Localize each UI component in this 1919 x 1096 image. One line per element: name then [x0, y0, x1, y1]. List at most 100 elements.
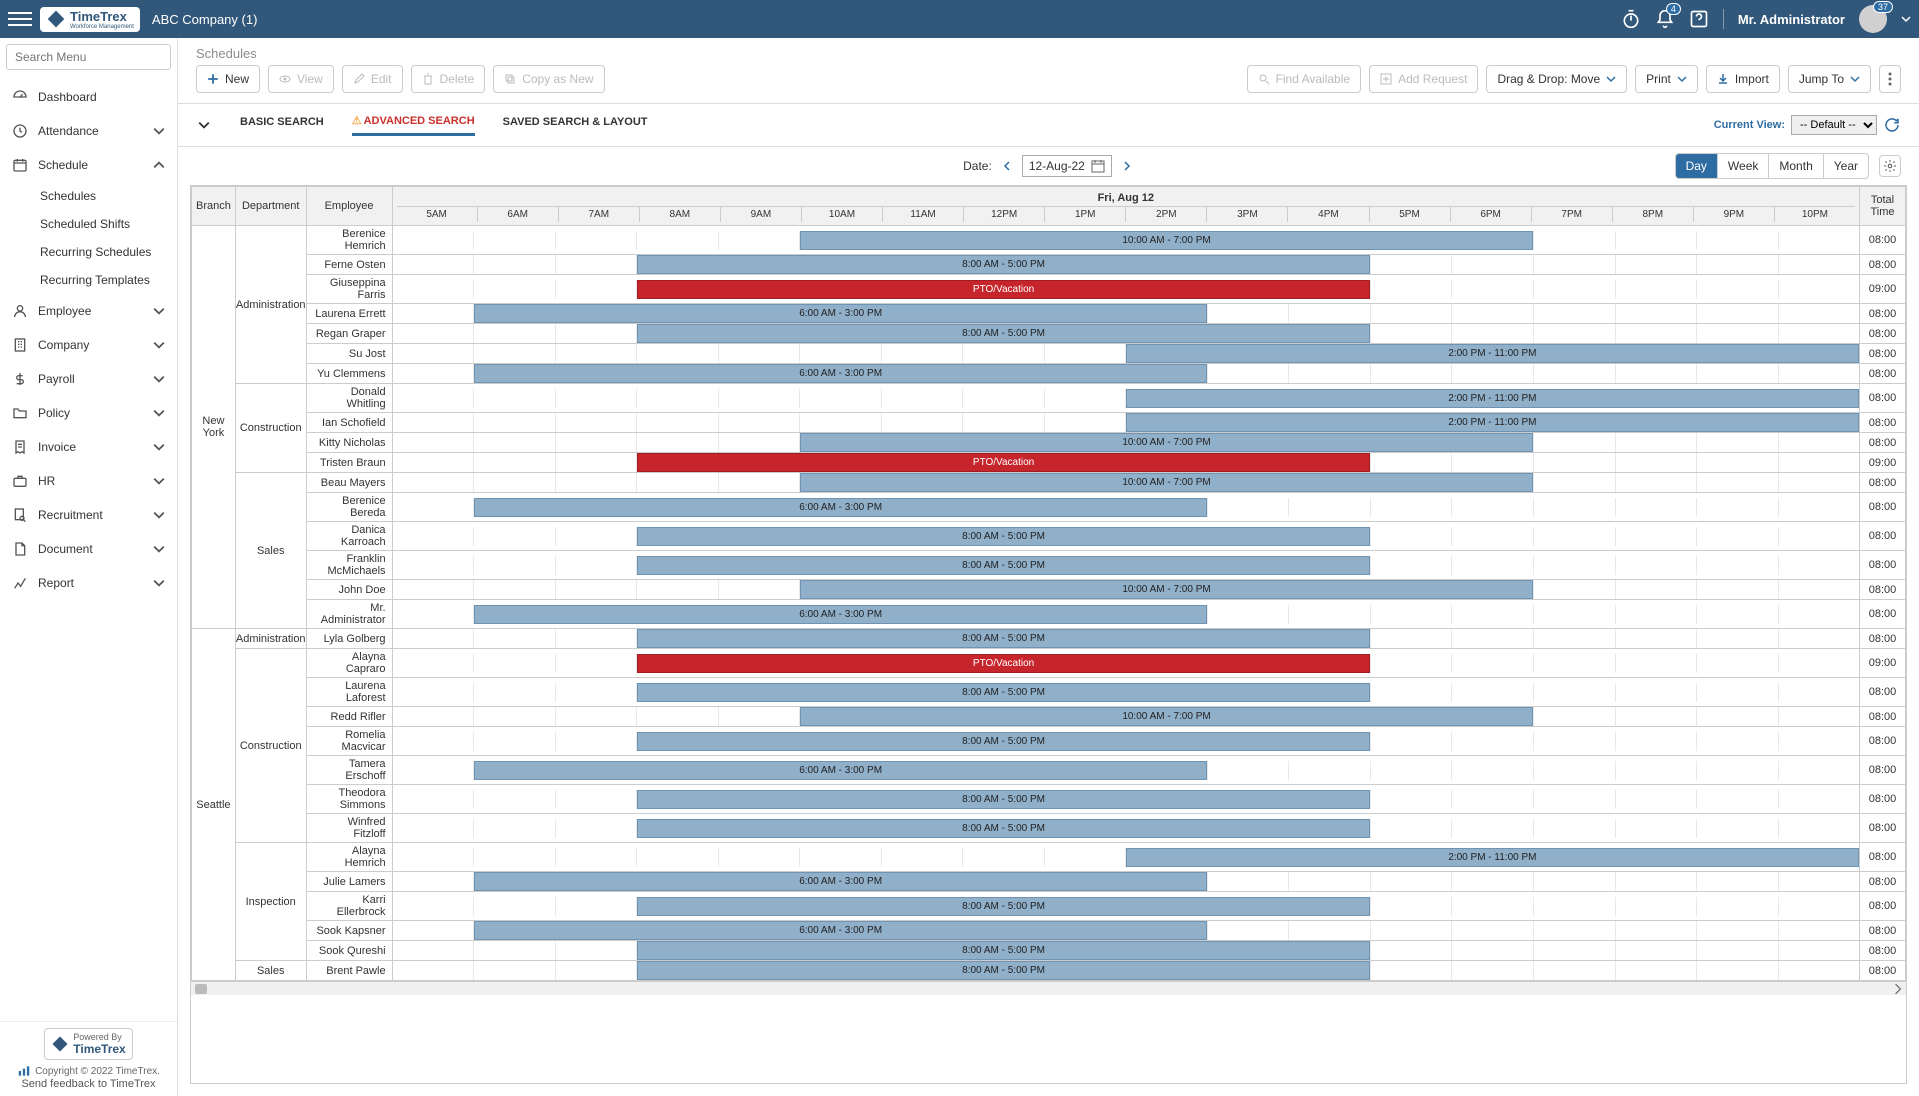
shift-bar[interactable]: 2:00 PM - 11:00 PM	[1126, 344, 1859, 363]
shift-bar[interactable]: 8:00 AM - 5:00 PM	[637, 527, 1370, 546]
shift-bar[interactable]: 6:00 AM - 3:00 PM	[474, 872, 1207, 891]
delete-button[interactable]: Delete	[411, 65, 486, 93]
shift-bar[interactable]: 6:00 AM - 3:00 PM	[474, 364, 1207, 383]
total-cell: 08:00	[1860, 324, 1906, 344]
shift-bar[interactable]: 8:00 AM - 5:00 PM	[637, 255, 1370, 274]
view-month[interactable]: Month	[1768, 154, 1822, 178]
shift-bar[interactable]: 6:00 AM - 3:00 PM	[474, 761, 1207, 780]
sidebar-item-hr[interactable]: HR	[0, 464, 177, 498]
chevron-down-icon[interactable]	[1901, 14, 1911, 24]
shift-bar[interactable]: 10:00 AM - 7:00 PM	[800, 473, 1533, 492]
tab-saved-search[interactable]: SAVED SEARCH & LAYOUT	[503, 116, 648, 134]
view-year[interactable]: Year	[1823, 154, 1868, 178]
employee-cell: Redd Rifler	[306, 707, 392, 727]
employee-cell: Donald Whitling	[306, 384, 392, 413]
top-bar: TimeTrexWorkforce Management ABC Company…	[0, 0, 1919, 38]
horizontal-scrollbar[interactable]	[191, 981, 1906, 995]
tab-advanced-search[interactable]: ⚠ADVANCED SEARCH	[352, 114, 475, 136]
collapse-toggle[interactable]	[196, 117, 212, 133]
shift-bar[interactable]: 8:00 AM - 5:00 PM	[637, 819, 1370, 838]
shift-bar[interactable]: PTO/Vacation	[637, 280, 1370, 299]
chevron-down-icon	[1677, 74, 1687, 84]
timeline-cell: 8:00 AM - 5:00 PM	[392, 941, 1859, 961]
next-date[interactable]	[1120, 159, 1134, 173]
sidebar-item-attendance[interactable]: Attendance	[0, 114, 177, 148]
jump-to-button[interactable]: Jump To	[1788, 65, 1871, 93]
new-button[interactable]: New	[196, 65, 260, 93]
employee-cell: Theodora Simmons	[306, 785, 392, 814]
current-view-select[interactable]: -- Default --	[1791, 115, 1877, 135]
logo[interactable]: TimeTrexWorkforce Management	[40, 7, 140, 32]
menu-toggle[interactable]	[8, 7, 32, 31]
shift-bar[interactable]: 8:00 AM - 5:00 PM	[637, 732, 1370, 751]
shift-bar[interactable]: 6:00 AM - 3:00 PM	[474, 605, 1207, 624]
print-button[interactable]: Print	[1635, 65, 1698, 93]
shift-bar[interactable]: 10:00 AM - 7:00 PM	[800, 580, 1533, 599]
shift-bar[interactable]: 8:00 AM - 5:00 PM	[637, 683, 1370, 702]
timeline-header: Fri, Aug 125AM6AM7AM8AM9AM10AM11AM12PM1P…	[392, 187, 1859, 226]
feedback-link[interactable]: Send feedback to TimeTrex	[6, 1078, 171, 1090]
sidebar-item-invoice[interactable]: Invoice	[0, 430, 177, 464]
schedule-row: Regan Graper8:00 AM - 5:00 PM08:00	[192, 324, 1906, 344]
total-cell: 08:00	[1860, 433, 1906, 453]
view-week[interactable]: Week	[1717, 154, 1768, 178]
total-cell: 08:00	[1860, 814, 1906, 843]
find-available-button[interactable]: Find Available	[1247, 65, 1362, 93]
prev-date[interactable]	[1000, 159, 1014, 173]
tab-basic-search[interactable]: BASIC SEARCH	[240, 116, 324, 134]
sidebar-item-document[interactable]: Document	[0, 532, 177, 566]
sidebar-item-recruitment[interactable]: Recruitment	[0, 498, 177, 532]
shift-bar[interactable]: 2:00 PM - 11:00 PM	[1126, 389, 1859, 408]
view-button[interactable]: View	[268, 65, 334, 93]
sidebar-item-company[interactable]: Company	[0, 328, 177, 362]
settings-button[interactable]	[1879, 155, 1901, 177]
shift-bar[interactable]: 8:00 AM - 5:00 PM	[637, 556, 1370, 575]
bell-icon[interactable]: 4	[1655, 9, 1675, 29]
shift-bar[interactable]: 8:00 AM - 5:00 PM	[637, 790, 1370, 809]
shift-bar[interactable]: 6:00 AM - 3:00 PM	[474, 498, 1207, 517]
shift-bar[interactable]: 8:00 AM - 5:00 PM	[637, 941, 1370, 960]
sidebar-subitem-scheduled-shifts[interactable]: Scheduled Shifts	[28, 210, 177, 238]
search-menu-input[interactable]	[6, 44, 171, 70]
timeline-cell: 10:00 AM - 7:00 PM	[392, 473, 1859, 493]
powered-by[interactable]: Powered ByTimeTrex	[44, 1028, 132, 1060]
refresh-button[interactable]	[1883, 116, 1901, 134]
shift-bar[interactable]: 6:00 AM - 3:00 PM	[474, 921, 1207, 940]
shift-bar[interactable]: 8:00 AM - 5:00 PM	[637, 961, 1370, 980]
sidebar-subitem-recurring-schedules[interactable]: Recurring Schedules	[28, 238, 177, 266]
help-icon[interactable]	[1689, 9, 1709, 29]
separator	[1723, 9, 1724, 29]
scroll-right-icon[interactable]	[1892, 983, 1904, 995]
sidebar-item-dashboard[interactable]: Dashboard	[0, 80, 177, 114]
shift-bar[interactable]: 8:00 AM - 5:00 PM	[637, 324, 1370, 343]
more-button[interactable]	[1879, 65, 1901, 93]
sidebar-item-payroll[interactable]: Payroll	[0, 362, 177, 396]
branch-cell: Seattle	[192, 629, 236, 981]
shift-bar[interactable]: PTO/Vacation	[637, 654, 1370, 673]
shift-bar[interactable]: 2:00 PM - 11:00 PM	[1126, 848, 1859, 867]
sidebar-item-policy[interactable]: Policy	[0, 396, 177, 430]
sidebar-item-report[interactable]: Report	[0, 566, 177, 600]
stopwatch-icon[interactable]	[1621, 9, 1641, 29]
shift-bar[interactable]: 10:00 AM - 7:00 PM	[800, 231, 1533, 250]
schedule-row: Winfred Fitzloff8:00 AM - 5:00 PM08:00	[192, 814, 1906, 843]
shift-bar[interactable]: 10:00 AM - 7:00 PM	[800, 707, 1533, 726]
import-button[interactable]: Import	[1706, 65, 1780, 93]
view-day[interactable]: Day	[1676, 154, 1717, 178]
sidebar-subitem-recurring-templates[interactable]: Recurring Templates	[28, 266, 177, 294]
edit-button[interactable]: Edit	[342, 65, 403, 93]
date-input[interactable]: 12-Aug-22	[1022, 155, 1112, 177]
drag-drop-button[interactable]: Drag & Drop: Move	[1486, 65, 1627, 93]
sidebar-item-employee[interactable]: Employee	[0, 294, 177, 328]
shift-bar[interactable]: 6:00 AM - 3:00 PM	[474, 304, 1207, 323]
sidebar-subitem-schedules[interactable]: Schedules	[28, 182, 177, 210]
shift-bar[interactable]: 2:00 PM - 11:00 PM	[1126, 413, 1859, 432]
sidebar-item-schedule[interactable]: Schedule	[0, 148, 177, 182]
shift-bar[interactable]: PTO/Vacation	[637, 453, 1370, 472]
shift-bar[interactable]: 8:00 AM - 5:00 PM	[637, 629, 1370, 648]
add-request-button[interactable]: Add Request	[1369, 65, 1478, 93]
shift-bar[interactable]: 8:00 AM - 5:00 PM	[637, 897, 1370, 916]
copy-button[interactable]: Copy as New	[493, 65, 604, 93]
shift-bar[interactable]: 10:00 AM - 7:00 PM	[800, 433, 1533, 452]
avatar[interactable]: 37	[1859, 5, 1887, 33]
